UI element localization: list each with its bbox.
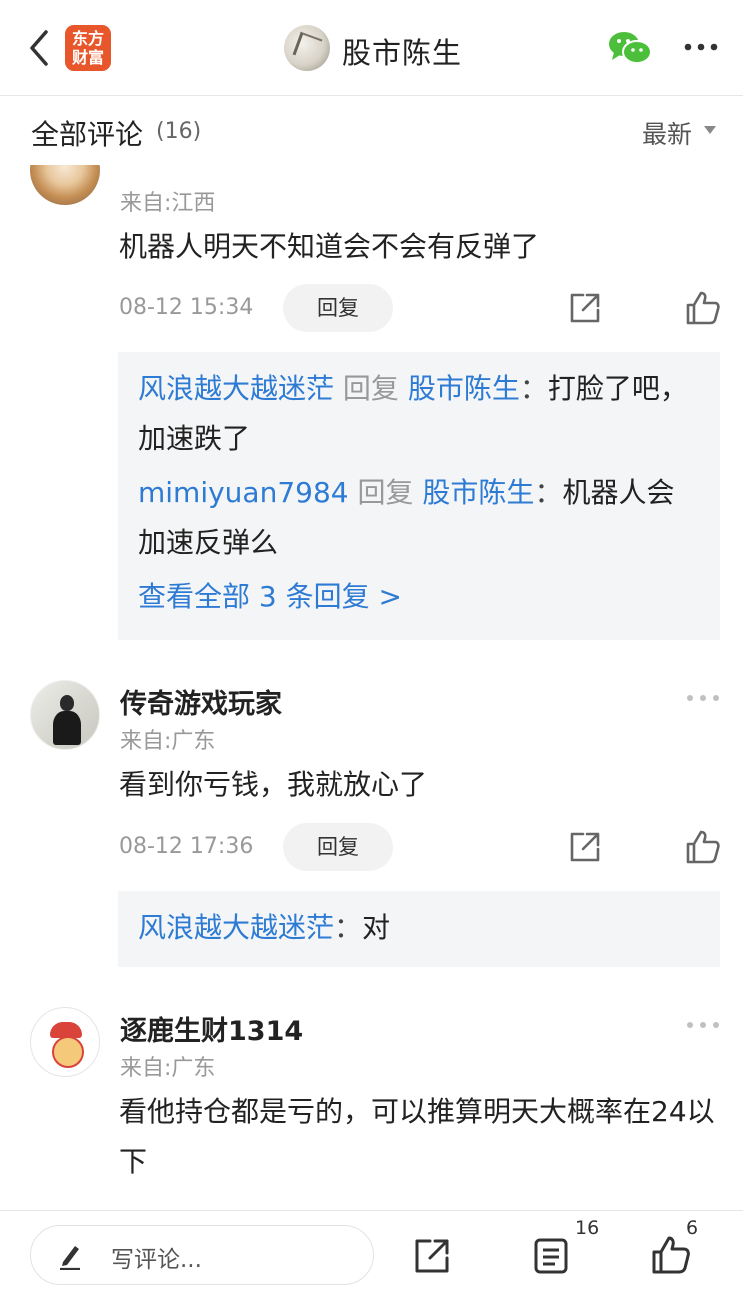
comment-item: 传奇游戏玩家 来自:广东 看到你亏钱，我就放心了 08-12 17:36 回复 … [0, 680, 743, 970]
reply-colon: ： [519, 372, 548, 405]
dropdown-icon[interactable] [704, 126, 716, 134]
reply-button[interactable]: 回复 [283, 284, 393, 332]
share-icon[interactable] [413, 1237, 451, 1275]
reply-item[interactable]: 风浪越大越迷茫 回复 股市陈生：打脸了吧，加速跌了 [138, 364, 700, 464]
sort-selector[interactable]: 最新 [642, 115, 692, 151]
comment-nickname[interactable]: 逐鹿生财1314 [120, 1009, 303, 1048]
reply-target[interactable]: 股市陈生 [408, 372, 520, 405]
comment-time: 08-12 15:34 [119, 295, 254, 320]
avatar[interactable] [30, 680, 100, 750]
more-options-icon[interactable] [686, 1020, 720, 1030]
avatar[interactable] [30, 165, 100, 205]
comment-icon[interactable] [533, 1237, 569, 1275]
page-title[interactable]: 股市陈生 [342, 30, 462, 72]
comment-text[interactable]: 看到你亏钱，我就放心了 [119, 760, 719, 810]
comment-item: mimiyuan7984 来自:江西 机器人明天不知道会不会有反弹了 08-12… [0, 165, 743, 640]
comment-location: 来自:广东 [120, 729, 216, 754]
bottom-bar: 写评论... 16 6 [0, 1210, 743, 1298]
reply-item[interactable]: mimiyuan7984 回复 股市陈生：机器人会加速反弹么 [138, 468, 700, 568]
reply-user[interactable]: 风浪越大越迷茫 [138, 372, 334, 405]
eastmoney-logo[interactable]: 东方 财富 [65, 25, 111, 71]
reply-user[interactable]: 风浪越大越迷茫 [138, 911, 334, 944]
share-icon[interactable] [567, 290, 603, 326]
avatar[interactable] [30, 1007, 100, 1077]
author-avatar[interactable] [284, 25, 330, 71]
back-icon[interactable] [24, 28, 58, 68]
reply-box[interactable]: 风浪越大越迷茫 回复 股市陈生：打脸了吧，加速跌了 mimiyuan7984 回… [118, 352, 720, 640]
reply-verb: 回复 [342, 372, 399, 405]
reply-verb: 回复 [357, 476, 414, 509]
comments-title: 全部评论 [31, 118, 144, 151]
comment-nickname[interactable]: 传奇游戏玩家 [120, 682, 282, 721]
reply-colon: ： [334, 911, 363, 944]
comment-time: 08-12 17:36 [119, 834, 254, 859]
comment-text[interactable]: 机器人明天不知道会不会有反弹了 [119, 222, 719, 272]
comments-header: 全部评论 (16) 最新 [0, 97, 743, 165]
more-icon[interactable] [684, 40, 718, 54]
reply-target[interactable]: 股市陈生 [422, 476, 534, 509]
comment-location: 来自:广东 [120, 1056, 216, 1081]
like-icon[interactable] [685, 290, 721, 326]
comment-list[interactable]: mimiyuan7984 来自:江西 机器人明天不知道会不会有反弹了 08-12… [0, 165, 743, 1210]
reply-text: 对 [362, 911, 391, 944]
reply-button[interactable]: 回复 [283, 823, 393, 871]
view-all-replies-link[interactable]: 查看全部 3 条回复 > [138, 572, 700, 622]
comment-location: 来自:江西 [120, 191, 216, 216]
pen-icon [60, 1246, 80, 1270]
wechat-icon[interactable] [608, 30, 652, 66]
top-nav-bar: 东方 财富 股市陈生 [0, 0, 743, 96]
like-count: 6 [686, 1217, 699, 1239]
reply-user[interactable]: mimiyuan7984 [138, 476, 349, 509]
comment-count: 16 [575, 1217, 600, 1239]
share-icon[interactable] [567, 829, 603, 865]
write-comment-placeholder: 写评论... [111, 1247, 202, 1273]
comments-count: (16) [156, 119, 202, 144]
more-options-icon[interactable] [686, 693, 720, 703]
comment-item: 逐鹿生财1314 来自:广东 看他持仓都是亏的，可以推算明天大概率在24以下 [0, 1007, 743, 1210]
like-icon[interactable] [651, 1235, 691, 1275]
reply-box[interactable]: 风浪越大越迷茫：对 [118, 891, 720, 967]
reply-colon: ： [534, 476, 563, 509]
comment-text[interactable]: 看他持仓都是亏的，可以推算明天大概率在24以下 [119, 1087, 719, 1187]
reply-item[interactable]: 风浪越大越迷茫：对 [138, 903, 700, 953]
like-icon[interactable] [685, 829, 721, 865]
write-comment-input[interactable]: 写评论... [30, 1225, 374, 1285]
